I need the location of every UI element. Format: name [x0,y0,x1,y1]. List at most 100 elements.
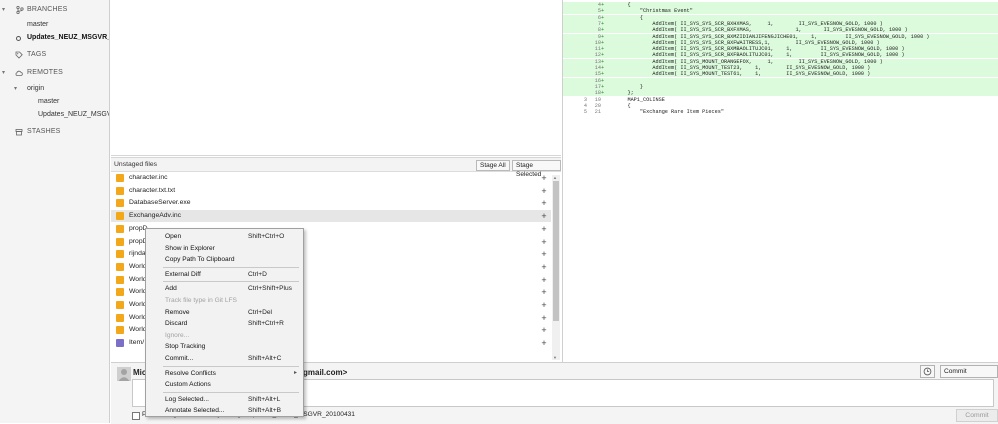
modified-file-icon [116,250,124,259]
stage-file-button[interactable]: + [540,185,548,197]
commit-button[interactable]: Commit [956,409,998,422]
file-name: Item/ [129,339,145,347]
diff-sign: + [601,27,605,34]
file-list-scrollbar[interactable]: ▲ ▼ [552,175,560,360]
file-row[interactable]: character.inc + [111,172,551,184]
avatar [117,367,131,381]
new-line-number: 19 [594,96,601,103]
diff-code: AddItem( II_SYS_SYS_SCR_BXFXMAS, 1, II_S… [615,27,908,34]
diff-sign: + [601,83,605,90]
diff-sign: + [601,71,605,78]
modified-file-icon [116,275,124,284]
diff-sign: + [601,46,605,53]
stage-file-button[interactable]: + [540,274,548,286]
stage-file-button[interactable]: + [540,299,548,311]
menu-item-external-diff[interactable]: External Diff Ctrl+D [146,269,303,280]
menu-item-log-selected[interactable]: Log Selected... Shift+Alt+L [146,394,303,405]
diff-sign: + [601,58,605,65]
new-line-number: 4 [597,2,601,8]
file-name: World [129,301,147,308]
new-line-number: 14 [594,65,601,71]
file-name: rijnda [129,250,146,258]
history-pane[interactable] [111,0,561,156]
new-line-number: 17 [594,83,601,90]
menu-item-shortcut: Shift+Ctrl+O [248,233,285,240]
menu-item-annotate-selected[interactable]: Annotate Selected... Shift+Alt+B [146,405,303,416]
chevron-down-icon[interactable]: ▾ [2,67,5,79]
diff-code: MAP1_COLINSE [615,96,665,103]
scrollbar-thumb[interactable] [553,181,559,321]
stage-file-button[interactable]: + [540,197,548,209]
branches-label: BRANCHES [27,6,68,13]
modified-file-icon [116,186,124,195]
old-line-number: 5 [583,109,587,116]
menu-item-show-in-explorer[interactable]: Show in Explorer [146,243,303,254]
diff-sign: + [601,39,605,46]
stage-selected-button[interactable]: Stage Selected [512,160,561,178]
new-line-number: 7 [597,20,601,27]
diff-sign: + [601,90,605,97]
stage-file-button[interactable]: + [540,172,548,184]
chevron-down-icon[interactable]: ▾ [14,83,17,95]
diff-code: AddItem( II_SYS_SYS_SCR_BXFWAITRESS,1, I… [615,39,880,46]
diff-view[interactable]: 4 + {5 + "Christmas Event" 6 + {7 + AddItem( … [562,0,998,362]
menu-item-shortcut: Ctrl+Del [248,308,272,316]
new-line-number: 13 [594,58,601,65]
diff-code: AddItem( II_SYS_MOUNT_ORANGEFOX, 1, II_S… [615,58,883,65]
diff-code: AddItem( II_SYS_SYS_SCR_BXFBAOLITUJC01, … [615,52,905,59]
menu-item-shortcut: Ctrl+Shift+Plus [248,285,292,293]
menu-item-commit[interactable]: Commit... Shift+Alt+C [146,353,303,364]
diff-code: } [615,83,644,90]
stage-file-button[interactable]: + [540,236,548,248]
remote-branch-item[interactable]: Updates_NEUZ_MSGVR_ [0,109,109,121]
file-row[interactable]: ExchangeAdv.inc + [111,210,551,223]
remote-branch-label: Updates_NEUZ_MSGVR_ [38,111,109,118]
menu-item-copy-path-to-clipboard[interactable]: Copy Path To Clipboard [146,254,303,265]
file-row[interactable]: character.txt.txt + [111,185,551,197]
file-name: World [129,326,147,334]
diff-code: { [615,2,631,8]
user-icon [118,369,130,381]
commit-options-button[interactable]: Commit options... [940,365,998,386]
menu-item-label: Discard [165,320,188,328]
modified-file-icon [116,301,124,309]
new-line-number: 11 [594,46,601,53]
history-button[interactable] [920,365,935,378]
branches-section[interactable]: ▾ BRANCHES [0,4,109,16]
stage-file-button[interactable]: + [540,210,548,222]
menu-item-label: Show in Explorer [165,244,215,252]
diff-sign: + [601,33,605,40]
menu-item-custom-actions[interactable]: Custom Actions [146,379,303,390]
stage-file-button[interactable]: + [540,248,548,260]
modified-file-icon [116,199,124,208]
stage-file-button[interactable]: + [540,312,548,324]
stage-file-button[interactable]: + [540,286,548,298]
push-checkbox[interactable] [132,412,140,420]
diff-line: 3 19 MAP1_COLINSE [563,97,998,103]
new-line-number: 21 [594,109,601,116]
stage-all-button[interactable]: Stage All [476,160,510,171]
file-row[interactable]: DatabaseServer.exe + [111,197,551,209]
stage-file-button[interactable]: + [540,223,548,235]
diff-sign: + [601,65,605,71]
menu-item-open[interactable]: Open Shift+Ctrl+O [146,231,303,242]
scroll-up-arrow[interactable]: ▲ [553,175,557,180]
menu-item-remove[interactable]: Remove Ctrl+Del [146,307,303,318]
chevron-down-icon[interactable]: ▾ [2,4,5,16]
menu-separator [163,391,299,393]
menu-item-stop-tracking[interactable]: Stop Tracking [146,341,303,352]
menu-separator [163,365,299,367]
diff-code: AddItem( II_SYS_MOUNT_TEST23, 1, II_SYS_… [615,65,871,71]
menu-item-discard[interactable]: Discard Shift+Ctrl+R [146,318,303,329]
stage-file-button[interactable]: + [540,324,548,336]
menu-item-add[interactable]: Add Ctrl+Shift+Plus [146,283,303,294]
diff-line: 7 + AddItem( II_SYS_SYS_SCR_BXHXMAS, 1, I… [563,20,998,27]
stage-file-button[interactable]: + [540,261,548,273]
modified-file-icon [116,288,124,297]
menu-item-resolve-conflicts[interactable]: Resolve Conflicts ▸ [146,368,303,379]
diff-sign: + [601,20,605,27]
scroll-down-arrow[interactable]: ▼ [553,355,557,360]
stage-file-button[interactable]: + [540,337,548,349]
branch-item-current[interactable]: Updates_NEUZ_MSGVR_20 [0,32,109,44]
menu-item-label: Copy Path To Clipboard [165,256,235,264]
